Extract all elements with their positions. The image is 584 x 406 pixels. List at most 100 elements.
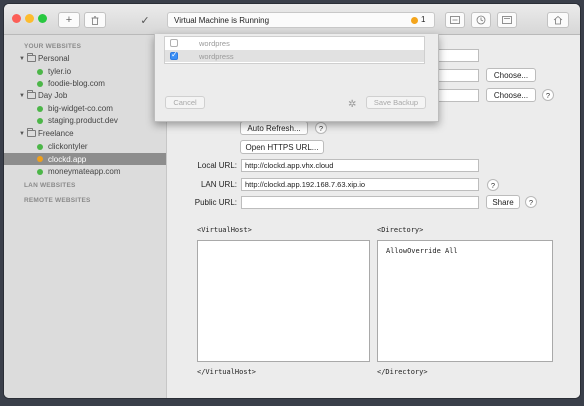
database-list: wordpres wordpress <box>164 36 425 64</box>
site-item-staging-product[interactable]: staging.product.dev <box>37 116 118 125</box>
vm-running-count: 1 <box>421 15 426 24</box>
view-toggle-button[interactable] <box>445 12 465 28</box>
database-checkbox[interactable] <box>170 39 178 47</box>
site-status-dot <box>37 105 43 112</box>
delete-website-button[interactable] <box>84 12 106 28</box>
vm-status-text: Virtual Machine is Running <box>174 16 270 25</box>
close-window-button[interactable] <box>12 14 21 23</box>
home-icon <box>553 15 563 25</box>
button-label: Share <box>492 197 514 207</box>
site-status-dot <box>37 68 43 75</box>
section-header-lan-websites: LAN WEBSITES <box>24 182 76 189</box>
site-label: staging.product.dev <box>48 116 118 125</box>
history-button[interactable] <box>471 12 491 28</box>
directory-open-tag: <Directory> <box>377 226 424 234</box>
site-item-clockd-app[interactable]: clockd.app <box>4 153 166 165</box>
enable-website-button[interactable]: ✓ <box>134 12 156 28</box>
database-name: wordpress <box>199 52 234 61</box>
cancel-button[interactable]: Cancel <box>165 96 205 109</box>
help-icon[interactable]: ? <box>487 179 499 191</box>
button-label: Save Backup <box>373 98 419 107</box>
auto-refresh-button[interactable]: Auto Refresh... <box>240 121 308 135</box>
directory-textarea[interactable]: AllowOverride All <box>377 240 553 362</box>
group-label: Freelance <box>37 129 74 138</box>
group-freelance[interactable]: ▼ Freelance <box>19 128 74 138</box>
open-https-url-button[interactable]: Open HTTPS URL... <box>240 140 324 154</box>
virtualhost-open-tag: <VirtualHost> <box>197 226 252 234</box>
site-label: big-widget-co.com <box>48 104 113 113</box>
site-item-moneymateapp[interactable]: moneymateapp.com <box>37 167 120 176</box>
save-backup-button[interactable]: Save Backup <box>366 96 426 109</box>
zoom-window-button[interactable] <box>38 14 47 23</box>
directory-close-tag: </Directory> <box>377 368 428 376</box>
choose-root-button[interactable]: Choose... <box>486 68 536 82</box>
group-label: Personal <box>37 54 70 63</box>
section-header-your-websites: YOUR WEBSITES <box>24 43 82 50</box>
add-website-button[interactable]: + <box>58 12 80 28</box>
site-label: clockd.app <box>48 154 87 164</box>
clock-icon <box>476 15 486 25</box>
group-day-job[interactable]: ▼ Day Job <box>19 90 68 100</box>
directory-content: AllowOverride All <box>386 247 458 255</box>
site-status-dot <box>37 168 43 175</box>
button-label: Open HTTPS URL... <box>245 142 319 152</box>
help-icon[interactable]: ? <box>315 122 327 134</box>
help-icon[interactable]: ? <box>542 89 554 101</box>
site-label: tyler.io <box>48 67 72 76</box>
plus-icon: + <box>65 14 73 26</box>
terminal-button[interactable] <box>497 12 517 28</box>
minimize-window-button[interactable] <box>25 14 34 23</box>
virtualhost-textarea[interactable] <box>197 240 370 362</box>
vm-running-indicator <box>411 17 418 24</box>
disclosure-triangle-icon: ▼ <box>19 55 25 62</box>
lan-url-field[interactable]: http://clockd.app.192.168.7.63.xip.io <box>241 178 479 191</box>
disclosure-triangle-icon: ▼ <box>19 130 25 137</box>
app-window: + ✓ Virtual Machine is Running 1 YOUR WE… <box>4 4 580 398</box>
vm-status-field: Virtual Machine is Running 1 <box>167 12 435 28</box>
database-row[interactable]: wordpres <box>165 37 424 49</box>
button-label: Choose... <box>493 70 529 80</box>
site-label: moneymateapp.com <box>48 167 121 176</box>
site-status-dot <box>37 143 43 150</box>
site-item-big-widget[interactable]: big-widget-co.com <box>37 104 113 113</box>
site-item-foodie-blog[interactable]: foodie-blog.com <box>37 79 105 88</box>
database-name: wordpres <box>199 39 230 48</box>
folder-icon <box>26 128 36 137</box>
toolbar: + ✓ Virtual Machine is Running 1 <box>4 4 580 35</box>
site-status-dot <box>37 117 43 124</box>
site-label: clickontyler <box>48 142 88 151</box>
public-url-label: Public URL: <box>194 198 237 207</box>
public-url-field[interactable] <box>241 196 479 209</box>
folder-icon <box>26 90 36 99</box>
group-personal[interactable]: ▼ Personal <box>19 53 70 63</box>
local-url-label: Local URL: <box>197 161 237 170</box>
site-item-tyler-io[interactable]: tyler.io <box>37 67 71 76</box>
virtualhost-close-tag: </VirtualHost> <box>197 368 257 376</box>
site-item-clickontyler[interactable]: clickontyler <box>37 142 88 151</box>
local-url-field[interactable]: http://clockd.app.vhx.cloud <box>241 159 479 172</box>
site-status-dot <box>37 80 43 87</box>
share-button[interactable]: Share <box>486 195 520 209</box>
lan-url-label: LAN URL: <box>200 180 237 189</box>
database-row[interactable]: wordpress <box>165 50 424 62</box>
section-header-remote-websites: REMOTE WEBSITES <box>24 197 91 204</box>
sidebar: YOUR WEBSITES ▼ Personal tyler.io foodie… <box>4 35 167 398</box>
checkmark-icon: ✓ <box>140 14 150 27</box>
home-button[interactable] <box>547 12 569 28</box>
button-label: Choose... <box>493 90 529 100</box>
window-icon <box>450 16 460 24</box>
site-label: foodie-blog.com <box>48 79 105 88</box>
disclosure-triangle-icon: ▼ <box>19 92 25 99</box>
button-label: Auto Refresh... <box>247 123 301 133</box>
help-icon[interactable]: ? <box>525 196 537 208</box>
loading-spinner-icon: ✲ <box>348 99 357 110</box>
site-status-dot <box>37 156 43 162</box>
group-label: Day Job <box>37 91 68 100</box>
button-label: Cancel <box>173 98 197 107</box>
terminal-icon <box>502 16 512 24</box>
backup-sheet: wordpres wordpress Cancel ✲ Save Backup <box>154 34 439 122</box>
folder-icon <box>26 53 36 62</box>
choose-config-button[interactable]: Choose... <box>486 88 536 102</box>
database-checkbox[interactable] <box>170 50 178 60</box>
trash-icon <box>91 15 99 25</box>
